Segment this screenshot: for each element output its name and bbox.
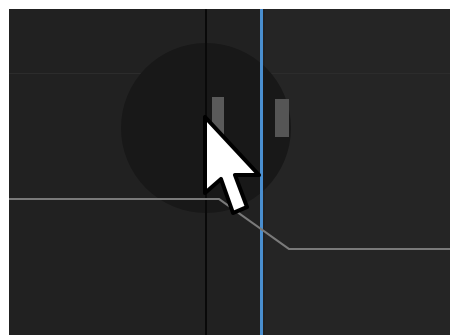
arrow-pointer-icon — [203, 115, 261, 215]
editor-canvas[interactable] — [9, 9, 450, 335]
screenshot-frame — [0, 0, 450, 335]
